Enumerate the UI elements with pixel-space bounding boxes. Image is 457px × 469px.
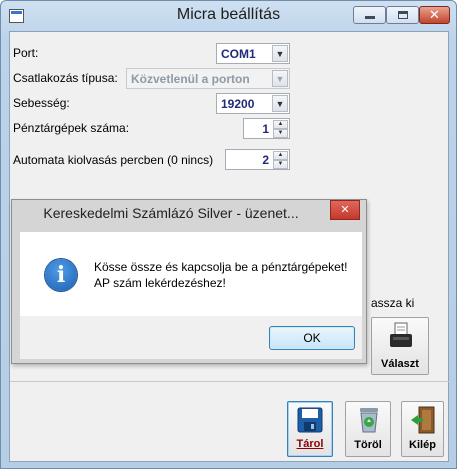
chevron-down-icon[interactable]: ▼: [272, 45, 288, 62]
info-icon: i: [45, 259, 77, 291]
dialog-close-button[interactable]: ✕: [330, 200, 360, 220]
registers-label: Pénztárgépek száma:: [13, 121, 130, 135]
receipt-printer-icon: [390, 322, 412, 347]
connection-type-label: Csatlakozás típusa:: [13, 71, 118, 85]
minimize-button[interactable]: [353, 6, 386, 24]
ok-button[interactable]: OK: [269, 326, 355, 350]
connection-type-value: Közvetlenül a porton: [131, 72, 250, 86]
close-icon: ✕: [429, 7, 440, 22]
maximize-icon: [398, 11, 408, 19]
port-value: COM1: [221, 47, 256, 61]
stepper-up-icon[interactable]: ▲: [273, 151, 288, 160]
chevron-down-icon: ▼: [272, 70, 288, 87]
maximize-button[interactable]: [386, 6, 419, 24]
stepper-down-icon[interactable]: ▼: [273, 129, 288, 138]
registers-stepper[interactable]: 1 ▲ ▼: [243, 118, 290, 139]
message-dialog: Kereskedelmi Számlázó Silver - üzenet...…: [11, 199, 367, 364]
minimize-icon: [365, 16, 375, 19]
connection-type-select[interactable]: Közvetlenül a porton ▼: [126, 68, 290, 89]
floppy-disk-icon: [297, 407, 323, 433]
registers-value: 1: [262, 122, 269, 136]
dialog-message-line-2: AP szám lekérdezéshez!: [94, 276, 226, 290]
stepper-up-icon[interactable]: ▲: [273, 120, 288, 129]
stepper-down-icon[interactable]: ▼: [273, 160, 288, 169]
port-label: Port:: [13, 46, 39, 60]
chevron-down-icon[interactable]: ▼: [272, 95, 288, 112]
delete-button[interactable]: Töröl: [345, 401, 391, 457]
delete-button-label: Töröl: [354, 439, 382, 451]
close-button[interactable]: ✕: [419, 6, 450, 24]
select-button-label: Választ: [381, 358, 419, 370]
save-button[interactable]: Tárol: [287, 401, 333, 457]
speed-value: 19200: [221, 97, 255, 111]
partial-hidden-label: assza ki: [371, 296, 415, 310]
dialog-title: Kereskedelmi Számlázó Silver - üzenet...: [43, 205, 299, 221]
auto-read-label: Automata kiolvasás percben (0 nincs): [13, 153, 214, 167]
dialog-message-line-1: Kösse össze és kapcsolja be a pénztárgép…: [94, 260, 348, 274]
close-icon: ✕: [340, 204, 350, 216]
speed-select[interactable]: 19200 ▼: [216, 93, 290, 114]
auto-read-stepper[interactable]: 2 ▲ ▼: [225, 149, 290, 170]
dialog-body: i Kösse össze és kapcsolja be a pénztárg…: [20, 232, 362, 316]
speed-label: Sebesség:: [13, 96, 70, 110]
dialog-footer: OK: [20, 316, 362, 359]
exit-door-icon: [411, 406, 435, 434]
select-button[interactable]: Választ: [371, 317, 429, 375]
auto-read-value: 2: [262, 153, 269, 167]
save-button-label: Tárol: [296, 438, 324, 450]
port-select[interactable]: COM1 ▼: [216, 43, 290, 64]
recycle-bin-icon: [360, 408, 378, 433]
title-bar[interactable]: Micra beállítás ✕: [1, 1, 456, 31]
main-window: Micra beállítás ✕ Port: COM1 ▼ Csatlakoz…: [0, 0, 457, 469]
exit-button[interactable]: Kilép: [401, 401, 444, 457]
exit-button-label: Kilép: [409, 439, 436, 451]
